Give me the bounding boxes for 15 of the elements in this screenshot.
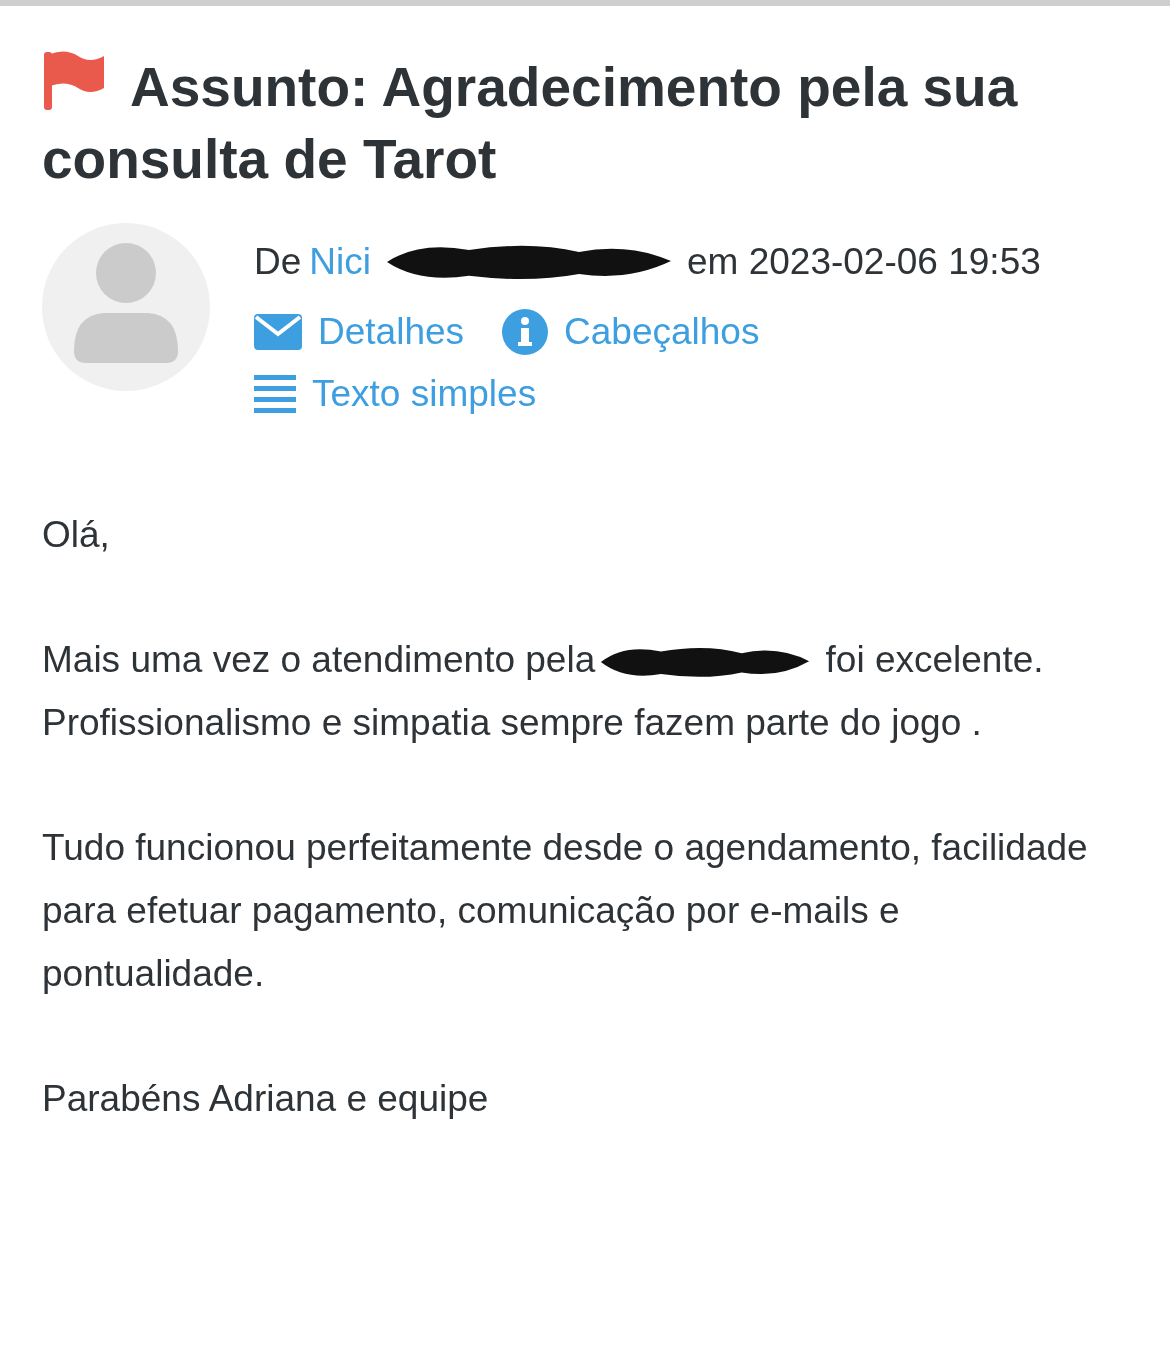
body-paragraph: Mais uma vez o atendimento pela foi excelente. Profissionalismo e simpatia sempre fazem parte do jogo . [42,638,1045,745]
sender-link[interactable]: Nici [309,241,371,283]
header-link[interactable]: Texto simples [254,373,537,415]
body-paragraph: Parabéns Adriana e equipe [42,1077,490,1121]
body-paragraph: Olá, [42,513,111,557]
body-paragraph: Tudo funcionou perfeitamente desde o agendamento, facilidade para efetuar pagamento, comunicação por e-mails e pontualidade. [42,826,1089,996]
envelope-icon [254,314,302,350]
header-link[interactable]: Cabeçalhos [502,309,760,355]
from-label: De [254,241,302,283]
header-link[interactable]: Detalhes [254,309,465,355]
date-text: em 2023-02-06 19:53 [687,241,1041,283]
avatar-icon [42,223,210,391]
info-icon [502,309,549,355]
menu-icon [254,375,296,413]
email-subject: Assunto: Agradecimento pela sua consulta de Tarot [42,50,1142,195]
